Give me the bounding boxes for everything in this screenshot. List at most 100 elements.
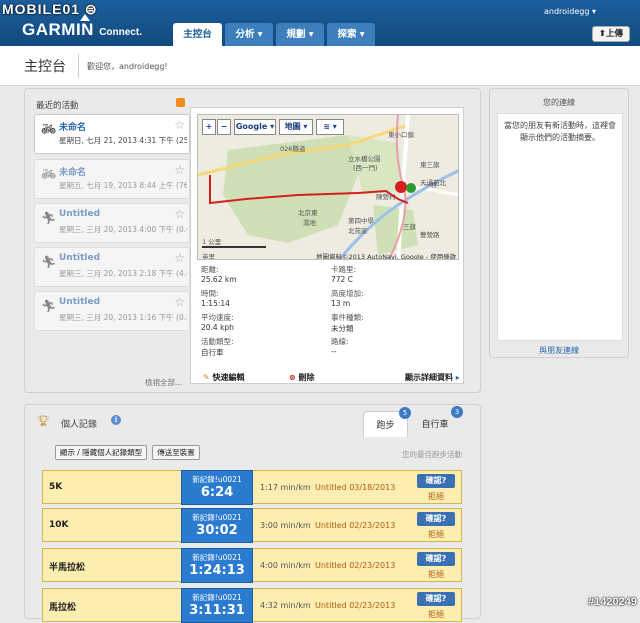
record-name: 馬拉松 [49,603,77,613]
tab-cycling[interactable]: 自行車 3 [411,406,463,437]
tab-running[interactable]: 跑步 5 [363,407,411,437]
send-to-device-button[interactable]: 傳送至裝置 [152,445,200,460]
activity-name: Untitled [59,209,101,219]
delete-link[interactable]: ⊗ 刪除 [289,372,315,383]
upload-label: 上傳 [606,29,624,39]
map-type-label: 地圖 [284,122,301,131]
bike-icon: 🚲︎ [41,167,57,181]
garmin-connect-logo[interactable]: GARMIN Connect. [22,14,142,40]
nav-tab-analyze[interactable]: 分析 ▾ [225,23,273,46]
map-label: 濕地 [303,219,316,227]
show-details-link[interactable]: 顯示詳細資料 ▸ [405,372,460,383]
activity-item[interactable]: 🏃︎ Untitled 星期三, 三月 20, 2013 1:16 下午 (0.… [34,291,190,331]
fastest-runs-label: 您的最佳跑步活動 [402,450,462,459]
map-label: 026縣道 [280,145,306,153]
new-record-box: 新記錄!u0021 6:24 [181,470,253,505]
new-record-box: 新記錄!u0021 1:24:13 [181,548,253,583]
activity-item[interactable]: 🏃︎ Untitled 星期三, 三月 20, 2013 4:00 下午 (0.… [34,203,190,243]
chevron-down-icon: ▾ [359,29,365,40]
stat-label: 活動類型: [201,337,234,346]
map-label: (西一門) [353,164,378,172]
activity-item[interactable]: 🚲︎ 未命名 星期五, 七月 19, 2013 8:44 上午 (76.71 k… [34,159,190,199]
page-header: 主控台 歡迎您，androidegg! [0,46,640,86]
info-icon[interactable]: i [111,415,121,425]
activity-date: 星期五, 七月 19, 2013 8:44 上午 (76.71 k [59,181,187,190]
map-copyright[interactable]: 地圖資料©2013 AutoNavi, Google - 使用條款 [316,251,456,259]
reject-link[interactable]: 拒絕 [417,569,455,580]
confirm-button[interactable]: 確認? [417,512,455,526]
map-scale-km: 1 公里 [202,238,222,246]
star-icon[interactable]: ☆ [174,163,185,177]
activity-date: 星期日, 七月 21, 2013 4:31 下午 (25.62 k [59,136,187,145]
activity-item[interactable]: 🚲︎ 未命名 星期日, 七月 21, 2013 4:31 下午 (25.62 k… [34,114,190,154]
user-menu[interactable]: androidegg ▾ [544,7,596,16]
start-marker [406,183,416,193]
star-icon[interactable]: ☆ [174,251,185,265]
nav-tab-dashboard[interactable]: 主控台 [173,23,222,46]
count-badge: 5 [399,407,411,419]
chevron-down-icon: ▾ [257,29,263,40]
nav-tab-explore[interactable]: 探索 ▾ [327,23,375,46]
record-date: 02/23/2013 [349,601,396,610]
upload-button[interactable]: ⬆上傳 [592,26,630,42]
image-id-watermark: #1420249 [588,596,637,608]
record-activity-name: Untitled [315,521,347,530]
map-type-select[interactable]: 地圖 ▾ [279,119,313,135]
map-label: 東小口鎮 [388,131,414,139]
activity-item[interactable]: 🏃︎ Untitled 星期三, 三月 20, 2013 2:18 下午 (4.… [34,247,190,287]
chevron-down-icon: ▾ [308,29,314,40]
nav-tab-explore-label: 探索 [337,29,357,40]
recent-activities-title: 最近的活動 [36,101,79,111]
stat-event-type: 事件種類: 未分類 [331,312,364,334]
connections-title: 您的連線 [543,98,575,107]
connect-friends-link[interactable]: 與朋友連線 [490,345,628,356]
confirm-button[interactable]: 確認? [417,592,455,606]
record-pace: 1:17 min/km [260,483,311,492]
stat-activity-type: 活動類型: 自行車 [201,336,234,358]
stat-value: 20.4 kph [201,323,234,332]
star-icon[interactable]: ☆ [174,295,185,309]
new-record-label: 新記錄!u0021 [192,513,242,522]
confirm-button[interactable]: 確認? [417,552,455,566]
quick-edit-link[interactable]: ✎ 快速編輯 [203,372,245,383]
record-activity[interactable]: Untitled 03/18/2013 [315,483,395,492]
record-activity-name: Untitled [315,601,347,610]
activity-date: 星期三, 三月 20, 2013 2:18 下午 (4.80 km [59,269,187,278]
reject-link[interactable]: 拒絕 [417,609,455,620]
stat-value: 772 C [331,275,353,284]
star-icon[interactable]: ☆ [174,207,185,221]
see-all-link[interactable]: 檢視全部... [145,377,182,388]
zoom-in-button[interactable]: + [202,119,216,135]
confirm-button[interactable]: 確認? [417,474,455,488]
activity-date: 星期三, 三月 20, 2013 4:00 下午 (0.07 km [59,225,187,234]
record-activity[interactable]: Untitled 02/23/2013 [315,521,395,530]
nav-tab-analyze-label: 分析 [235,29,255,40]
record-pace: 4:32 min/km [260,601,311,610]
layers-select[interactable]: ≋ ▾ [316,119,344,135]
chevron-right-icon: ▸ [455,373,460,382]
zoom-out-button[interactable]: − [217,119,231,135]
toggle-record-types-button[interactable]: 顯示 / 隱藏個人記錄類型 [55,445,147,460]
map-provider-select[interactable]: Google ▾ [234,119,276,135]
record-row: 半馬拉松 新記錄!u0021 1:24:13 4:00 min/km Untitl… [42,548,462,583]
record-activity[interactable]: Untitled 02/23/2013 [315,601,395,610]
stat-label: 平均速度: [201,313,234,322]
reject-link[interactable]: 拒絕 [417,529,455,540]
record-value: 3:11:31 [189,603,245,618]
delete-icon: ⊗ [289,373,296,382]
runner-icon: 🏃︎ [41,255,57,269]
record-activity[interactable]: Untitled 02/23/2013 [315,561,395,570]
nav-tab-plan-label: 規劃 [286,29,306,40]
new-record-label: 新記錄!u0021 [192,475,242,484]
bike-icon: 🚲︎ [41,122,57,136]
record-row: 10K 新記錄!u0021 30:02 3:00 min/km Untitled … [42,508,462,543]
reject-link[interactable]: 拒絕 [417,491,455,502]
star-icon[interactable]: ☆ [174,118,185,132]
rss-icon[interactable] [176,98,185,107]
activity-detail: + − Google ▾ 地圖 ▾ ≋ ▾ 東小口鎮 026縣道 立水橋公園 (… [190,107,464,384]
map-label: 第四中學 [348,217,374,225]
stat-label: 時間: [201,289,219,298]
tab-running-label: 跑步 [376,421,395,431]
nav-tab-plan[interactable]: 規劃 ▾ [276,23,324,46]
activity-map[interactable]: + − Google ▾ 地圖 ▾ ≋ ▾ 東小口鎮 026縣道 立水橋公園 (… [197,114,459,260]
